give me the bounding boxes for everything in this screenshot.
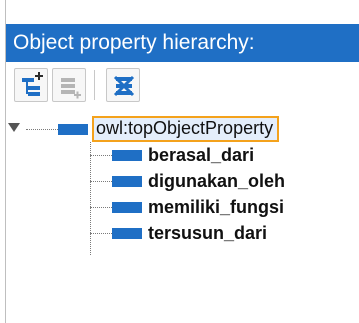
tree-node-memiliki-fungsi[interactable]: memiliki_fungsi — [112, 194, 284, 220]
add-sibling-property-icon — [61, 78, 81, 99]
add-subproperty-button[interactable] — [14, 68, 48, 102]
collapse-toggle[interactable] — [6, 120, 22, 136]
tree-node-label: owl:topObjectProperty — [92, 116, 280, 142]
object-property-icon — [112, 227, 142, 239]
toolbar-divider — [94, 70, 95, 100]
tree-node-tersusun-dari[interactable]: tersusun_dari — [112, 220, 267, 246]
tree-node-label: tersusun_dari — [148, 222, 268, 243]
tree-node-berasal-dari[interactable]: berasal_dari — [112, 142, 254, 168]
tree-node-label: memiliki_fungsi — [148, 196, 285, 217]
tree-node-digunakan-oleh[interactable]: digunakan_oleh — [112, 168, 285, 194]
tree-node-label: digunakan_oleh — [148, 170, 286, 191]
panel-title: Object property hierarchy: — [6, 24, 359, 62]
object-property-icon — [58, 123, 88, 135]
tree-node-label: berasal_dari — [148, 144, 255, 165]
add-sibling-property-button[interactable] — [52, 68, 86, 102]
property-tree: owl:topObjectProperty berasal_dari digun… — [6, 116, 359, 323]
delete-property-icon — [113, 75, 135, 97]
add-subproperty-icon — [22, 72, 43, 96]
triangle-down-icon — [8, 123, 20, 132]
tree-connector — [90, 207, 112, 208]
delete-property-button[interactable] — [106, 68, 140, 102]
object-property-icon — [112, 149, 142, 161]
hierarchy-toolbar — [6, 62, 359, 106]
tree-connector — [26, 129, 58, 130]
object-property-hierarchy-panel: Object property hierarchy: owl:topObject… — [0, 0, 359, 323]
object-property-icon — [112, 175, 142, 187]
object-property-icon — [112, 201, 142, 213]
tree-node-root[interactable]: owl:topObjectProperty — [58, 116, 280, 142]
tree-connector — [90, 233, 112, 234]
tree-connector — [90, 181, 112, 182]
tree-connector — [90, 155, 112, 156]
tree-connector — [90, 142, 91, 255]
